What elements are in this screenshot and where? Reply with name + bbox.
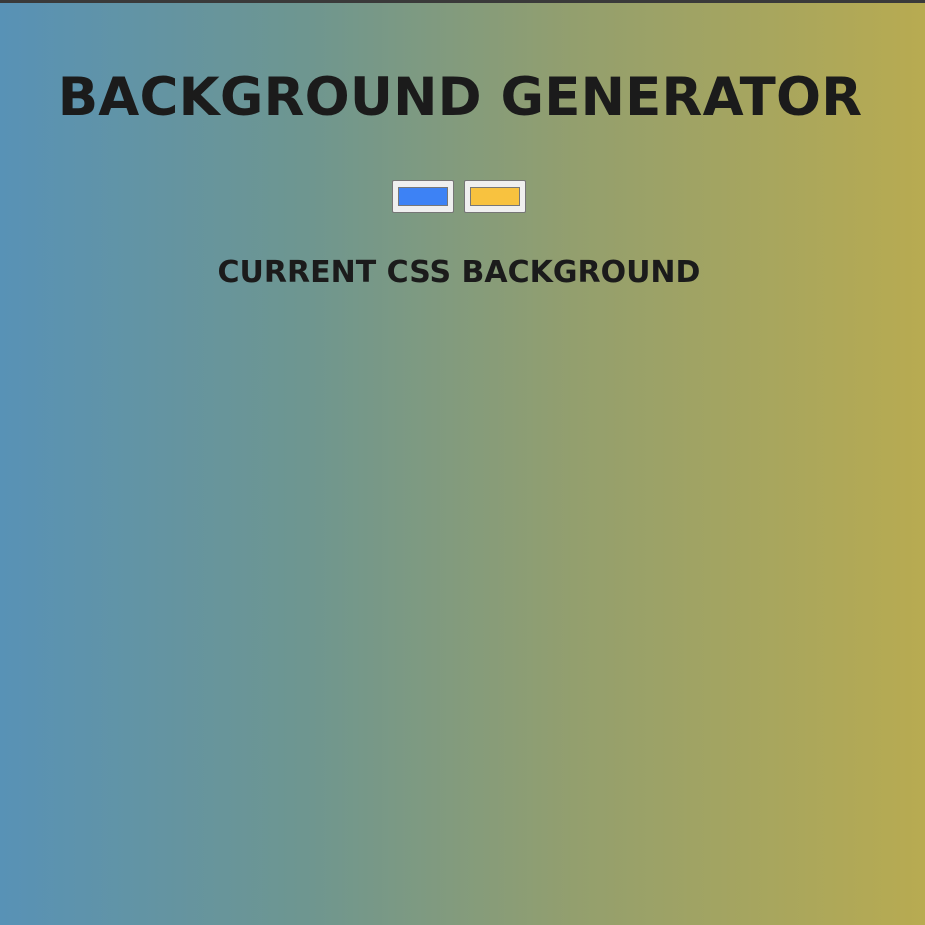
color-pickers — [392, 180, 526, 213]
color-swatch-2 — [470, 187, 520, 206]
css-output-heading: CURRENT CSS BACKGROUND — [217, 255, 701, 290]
color-picker-2[interactable] — [464, 180, 526, 213]
page-title: BACKGROUND GENERATOR — [57, 67, 863, 128]
color-picker-1[interactable] — [392, 180, 454, 213]
window-top-border — [0, 0, 925, 3]
color-swatch-1 — [398, 187, 448, 206]
